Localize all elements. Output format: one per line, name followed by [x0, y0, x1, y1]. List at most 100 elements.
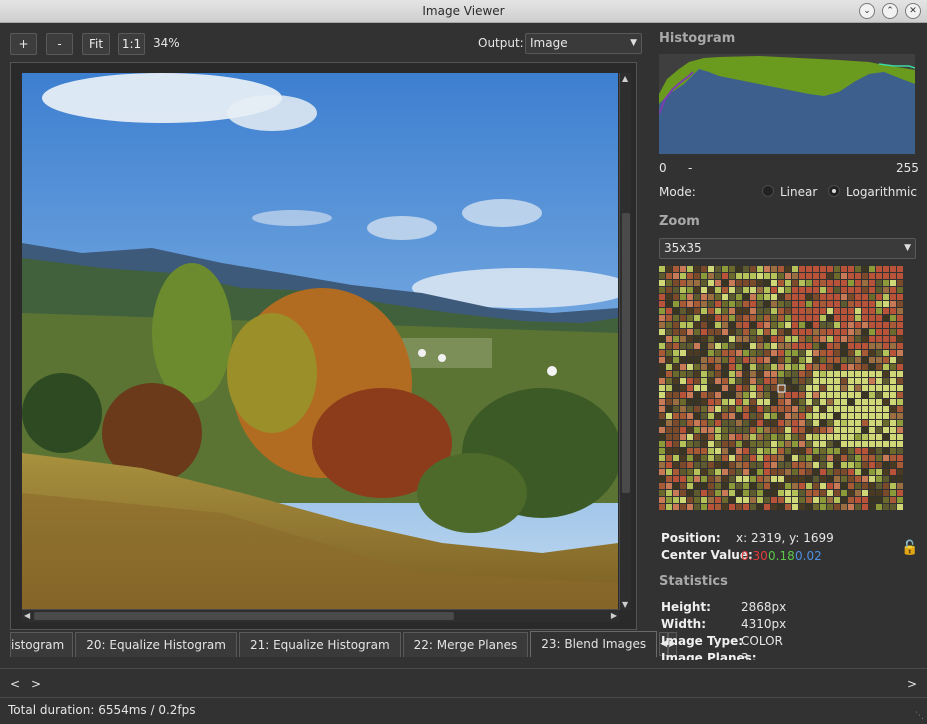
- zoom-pixel: [799, 469, 805, 475]
- zoom-pixel: [771, 266, 777, 272]
- zoom-pixel: [659, 266, 665, 272]
- zoom-pixel: [708, 483, 714, 489]
- zoom-pixel: [841, 504, 847, 510]
- zoom-pixel: [680, 413, 686, 419]
- zoom-pixel: [883, 476, 889, 482]
- scroll-left-icon[interactable]: ◀: [24, 611, 30, 620]
- zoom-pixel: [806, 448, 812, 454]
- zoom-pixel: [750, 406, 756, 412]
- zoom-pixel: [834, 413, 840, 419]
- zoom-in-button[interactable]: +: [10, 33, 37, 55]
- zoom-pixel: [820, 308, 826, 314]
- vertical-scrollbar[interactable]: ▲ ▼: [619, 73, 631, 610]
- zoom-pixel: [722, 497, 728, 503]
- zoom-pixel: [771, 343, 777, 349]
- zoom-pixel: [890, 455, 896, 461]
- zoom-pixel: [771, 371, 777, 377]
- zoom-pixel: [729, 364, 735, 370]
- zoom-pixel: [813, 308, 819, 314]
- output-select[interactable]: Image ▼: [525, 33, 642, 54]
- zoom-pixel: [834, 280, 840, 286]
- zoom-pixel: [869, 343, 875, 349]
- zoom-pixel: [666, 392, 672, 398]
- zoom-pixel: [743, 462, 749, 468]
- zoom-pixel: [708, 385, 714, 391]
- horizontal-scroll-thumb[interactable]: [34, 612, 454, 620]
- vertical-scroll-thumb[interactable]: [622, 213, 630, 493]
- tab-equalize-histogram-21[interactable]: 21: Equalize Histogram: [238, 632, 401, 657]
- zoom-pixel: [806, 308, 812, 314]
- zoom-pixel: [778, 462, 784, 468]
- close-icon[interactable]: ✕: [905, 3, 921, 19]
- tab-equalize-histogram-20[interactable]: 20: Equalize Histogram: [75, 632, 237, 657]
- mode-logarithmic-radio[interactable]: [828, 185, 840, 197]
- zoom-pixel: [792, 420, 798, 426]
- zoom-pixel: [729, 476, 735, 482]
- tab-histogram[interactable]: istogram: [10, 632, 74, 657]
- zoom-pixel: [876, 336, 882, 342]
- zoom-pixel: [890, 420, 896, 426]
- mode-linear-radio[interactable]: [762, 185, 774, 197]
- zoom-pixel: [673, 266, 679, 272]
- horizontal-scrollbar[interactable]: ◀ ▶: [22, 609, 619, 622]
- zoom-size-select[interactable]: 35x35 ▼: [659, 238, 916, 259]
- zoom-pixel: [778, 434, 784, 440]
- zoom-pixel: [862, 287, 868, 293]
- zoom-pixel: [806, 504, 812, 510]
- scroll-right-icon[interactable]: ▶: [611, 611, 617, 620]
- zoom-pixel: [764, 350, 770, 356]
- zoom-pixel: [890, 280, 896, 286]
- zoom-pixel: [855, 301, 861, 307]
- zoom-pixel: [855, 287, 861, 293]
- zoom-pixel: [778, 385, 784, 391]
- zoom-pixel: [729, 385, 735, 391]
- zoom-pixel: [890, 343, 896, 349]
- next-button[interactable]: >: [31, 677, 41, 691]
- zoom-pixel: [890, 336, 896, 342]
- zoom-pixel: [820, 315, 826, 321]
- title-bar: Image Viewer ⌄ ⌃ ✕: [0, 0, 927, 23]
- zoom-pixel: [897, 434, 903, 440]
- tab-blend-images[interactable]: 23: Blend Images: [530, 631, 658, 657]
- zoom-out-button[interactable]: -: [46, 33, 73, 55]
- zoom-pixel: [883, 280, 889, 286]
- zoom-pixel: [715, 441, 721, 447]
- maximize-icon[interactable]: ⌃: [882, 3, 898, 19]
- zoom-pixel: [785, 280, 791, 286]
- zoom-pixel: [743, 301, 749, 307]
- zoom-pixel: [813, 301, 819, 307]
- zoom-pixel: [694, 420, 700, 426]
- scroll-down-icon[interactable]: ▼: [622, 600, 628, 609]
- zoom-pixel: [862, 329, 868, 335]
- stat-height-label: Height:: [661, 600, 711, 614]
- mode-linear-label[interactable]: Linear: [780, 185, 817, 199]
- zoom-pixel: [680, 350, 686, 356]
- zoom-pixel: [799, 287, 805, 293]
- zoom-pixel: [701, 504, 707, 510]
- image-viewport[interactable]: ▲ ▼ ◀ ▶: [10, 62, 637, 630]
- zoom-pixel: [729, 392, 735, 398]
- zoom-pixel: [701, 266, 707, 272]
- zoom-pixel: [883, 399, 889, 405]
- mode-logarithmic-label[interactable]: Logarithmic: [846, 185, 917, 199]
- zoom-pixel: [687, 504, 693, 510]
- zoom-pixel: [806, 322, 812, 328]
- unlock-icon[interactable]: 🔓: [901, 540, 918, 556]
- actual-size-button[interactable]: 1:1: [118, 33, 145, 55]
- zoom-pixel: [848, 371, 854, 377]
- tab-merge-planes[interactable]: 22: Merge Planes: [402, 632, 529, 657]
- zoom-pixel: [778, 343, 784, 349]
- expand-button[interactable]: >: [907, 677, 917, 691]
- zoom-pixel: [848, 497, 854, 503]
- fit-button[interactable]: Fit: [82, 33, 110, 55]
- zoom-pixel: [778, 490, 784, 496]
- resize-grip-icon[interactable]: ⋱: [915, 711, 924, 721]
- prev-button[interactable]: <: [10, 677, 20, 691]
- minimize-icon[interactable]: ⌄: [859, 3, 875, 19]
- zoom-pixel: [743, 448, 749, 454]
- zoom-pixel: [680, 308, 686, 314]
- zoom-pixel: [764, 266, 770, 272]
- scroll-up-icon[interactable]: ▲: [622, 74, 628, 83]
- zoom-pixel: [722, 357, 728, 363]
- zoom-pixel: [806, 462, 812, 468]
